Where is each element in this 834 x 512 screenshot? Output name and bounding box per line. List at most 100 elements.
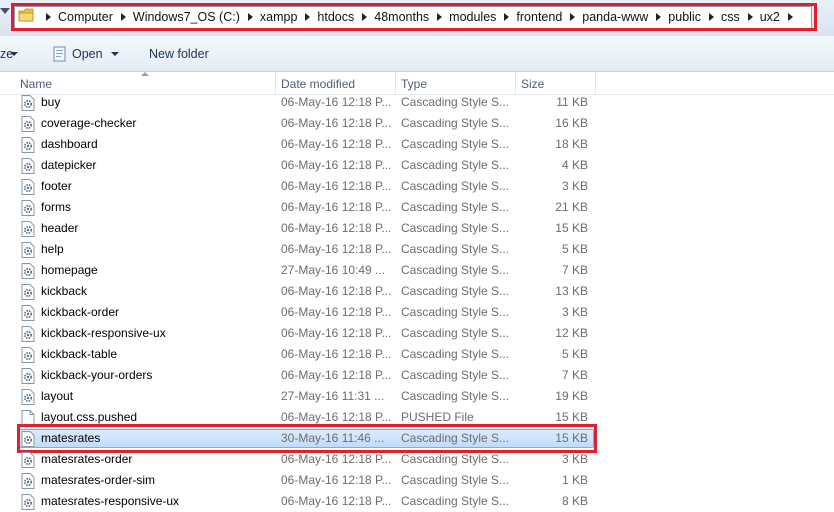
file-row[interactable]: matesrates-order 06-May-16 12:18 P... Casc… <box>0 449 834 470</box>
file-date: 06-May-16 12:18 P... <box>281 410 392 424</box>
file-type: PUSHED File <box>401 410 474 424</box>
open-button[interactable]: Open <box>52 44 119 64</box>
file-date: 06-May-16 12:18 P... <box>281 326 392 340</box>
file-row[interactable]: kickback 06-May-16 12:18 P... Cascading St… <box>0 281 834 302</box>
file-date: 27-May-16 10:49 ... <box>281 263 386 277</box>
file-row[interactable]: dashboard 06-May-16 12:18 P... Cascading S… <box>0 134 834 155</box>
file-date: 06-May-16 12:18 P... <box>281 347 392 361</box>
css-gear-file-icon <box>21 494 35 510</box>
file-name: layout.css.pushed <box>41 410 138 424</box>
file-list: buy 06-May-16 12:18 P... Cascading Style S… <box>0 92 834 512</box>
file-name: kickback <box>41 284 88 298</box>
file-size: 18 KB <box>555 137 588 151</box>
file-date: 06-May-16 12:18 P... <box>281 200 392 214</box>
file-date: 06-May-16 12:18 P... <box>281 305 392 319</box>
file-size: 13 KB <box>555 284 588 298</box>
file-row[interactable]: coverage-checker 06-May-16 12:18 P... Casc… <box>0 113 834 134</box>
file-name: matesrates-order-sim <box>41 473 156 487</box>
file-date: 06-May-16 12:18 P... <box>281 137 392 151</box>
css-gear-file-icon <box>21 305 35 321</box>
file-name: layout <box>41 389 74 403</box>
css-gear-file-icon <box>21 116 35 132</box>
file-size: 16 KB <box>555 116 588 130</box>
css-gear-file-icon <box>21 368 35 384</box>
file-type: Cascading Style S... <box>401 473 510 487</box>
file-type: Cascading Style S... <box>401 389 510 403</box>
file-date: 06-May-16 12:18 P... <box>281 494 392 508</box>
file-name: header <box>41 221 79 235</box>
file-row[interactable]: matesrates-responsive-ux 06-May-16 12:18 … <box>0 491 834 512</box>
file-size: 5 KB <box>561 242 588 256</box>
file-size: 12 KB <box>555 326 588 340</box>
file-size: 15 KB <box>555 410 588 424</box>
file-type: Cascading Style S... <box>401 494 510 508</box>
column-header-type[interactable]: Type <box>396 72 516 94</box>
file-row[interactable]: matesrates-order-sim 06-May-16 12:18 P...… <box>0 470 834 491</box>
file-row[interactable]: homepage 27-May-16 10:49 ... Cascading Sty… <box>0 260 834 281</box>
file-type: Cascading Style S... <box>401 200 510 214</box>
history-dropdown-icon[interactable] <box>0 8 10 14</box>
file-size: 4 KB <box>561 158 588 172</box>
css-gear-file-icon <box>21 158 35 174</box>
file-size: 3 KB <box>561 305 588 319</box>
file-row[interactable]: kickback-your-orders 06-May-16 12:18 P...… <box>0 365 834 386</box>
file-row[interactable]: forms 06-May-16 12:18 P... Cascading Style… <box>0 197 834 218</box>
css-gear-file-icon <box>21 389 35 405</box>
file-name: coverage-checker <box>41 116 137 130</box>
file-name: kickback-table <box>41 347 118 361</box>
file-name: dashboard <box>41 137 98 151</box>
file-name: datepicker <box>41 158 97 172</box>
address-bar: Computer Windows7_OS (C:) xampp htdocs 48mon… <box>0 0 834 36</box>
file-type: Cascading Style S... <box>401 284 510 298</box>
file-row[interactable]: kickback-table 06-May-16 12:18 P... Cascad… <box>0 344 834 365</box>
file-type: Cascading Style S... <box>401 95 510 109</box>
file-name: matesrates-responsive-ux <box>41 494 180 508</box>
css-gear-file-icon <box>21 137 35 153</box>
file-date: 27-May-16 11:31 ... <box>281 389 385 403</box>
file-size: 7 KB <box>561 263 588 277</box>
file-type: Cascading Style S... <box>401 158 510 172</box>
file-size: 1 KB <box>561 473 588 487</box>
annotation-highlight-address <box>11 3 817 31</box>
file-type: Cascading Style S... <box>401 116 510 130</box>
file-size: 11 KB <box>556 95 588 109</box>
file-date: 06-May-16 12:18 P... <box>281 95 392 109</box>
css-gear-file-icon <box>21 200 35 216</box>
css-gear-file-icon <box>21 326 35 342</box>
file-row[interactable]: footer 06-May-16 12:18 P... Cascading Styl… <box>0 176 834 197</box>
file-size: 15 KB <box>555 221 588 235</box>
file-name: kickback-order <box>41 305 120 319</box>
file-type: Cascading Style S... <box>401 242 510 256</box>
file-date: 06-May-16 12:18 P... <box>281 179 392 193</box>
file-size: 8 KB <box>561 494 588 508</box>
file-row[interactable]: kickback-order 06-May-16 12:18 P... Cascad… <box>0 302 834 323</box>
file-type: Cascading Style S... <box>401 368 510 382</box>
file-name: buy <box>41 95 61 109</box>
file-date: 06-May-16 12:18 P... <box>281 116 392 130</box>
file-row[interactable]: datepicker 06-May-16 12:18 P... Cascading … <box>0 155 834 176</box>
new-folder-button[interactable]: New folder <box>149 47 209 61</box>
file-row[interactable]: kickback-responsive-ux 06-May-16 12:18 P.… <box>0 323 834 344</box>
file-row[interactable]: help 06-May-16 12:18 P... Cascading Style … <box>0 239 834 260</box>
file-type: Cascading Style S... <box>401 221 510 235</box>
file-size: 3 KB <box>561 179 588 193</box>
file-date: 06-May-16 12:18 P... <box>281 473 392 487</box>
file-type: Cascading Style S... <box>401 263 510 277</box>
chevron-down-icon <box>10 52 18 56</box>
file-name: homepage <box>41 263 98 277</box>
file-row[interactable]: buy 06-May-16 12:18 P... Cascading Style S… <box>0 92 834 113</box>
css-gear-file-icon <box>21 347 35 363</box>
column-header-date[interactable]: Date modified <box>276 72 396 94</box>
file-row[interactable]: layout 27-May-16 11:31 ... Cascading Style… <box>0 386 834 407</box>
file-type: Cascading Style S... <box>401 326 510 340</box>
css-gear-file-icon <box>21 95 35 111</box>
file-name: kickback-your-orders <box>41 368 153 382</box>
file-date: 06-May-16 12:18 P... <box>281 221 392 235</box>
file-row[interactable]: header 06-May-16 12:18 P... Cascading Styl… <box>0 218 834 239</box>
css-gear-file-icon <box>21 284 35 300</box>
column-header-size[interactable]: Size <box>516 72 596 94</box>
file-row-selected[interactable]: matesrates 30-May-16 11:46 ... Cascading S… <box>0 424 834 453</box>
file-name: matesrates-order <box>41 452 133 466</box>
css-gear-file-icon <box>21 179 35 195</box>
column-header-name[interactable]: Name <box>0 72 276 94</box>
